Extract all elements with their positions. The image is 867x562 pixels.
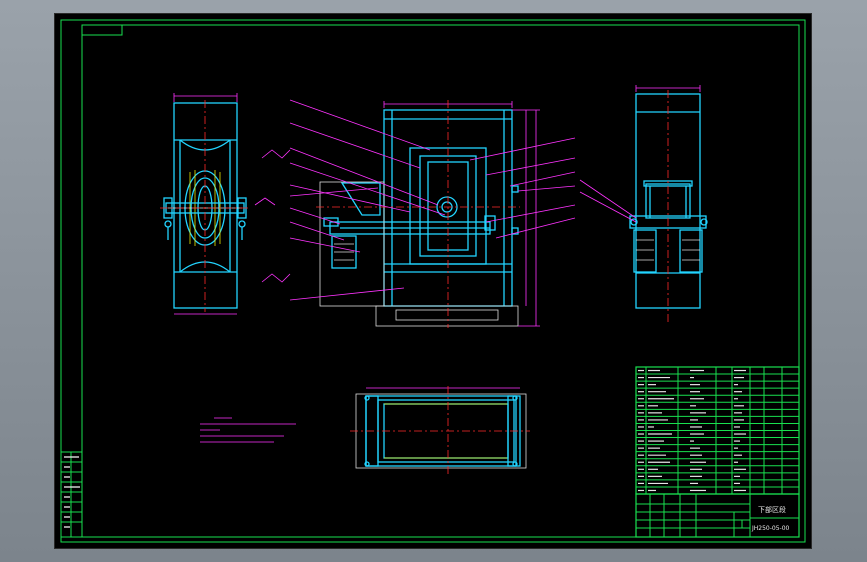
cad-drawing: 下部区段 JH250-05-00 [60,19,806,543]
plan-view [350,386,530,476]
left-side-view [160,93,250,315]
right-side-view [629,85,708,322]
technical-notes [200,417,296,443]
revision-strip [60,451,83,538]
parts-list-table [635,366,800,495]
leader-lines [254,99,637,301]
title-block-drawing-number: JH250-05-00 [751,525,790,532]
drawing-frame [60,19,806,543]
title-block-part-name: 下部区段 [758,505,786,514]
